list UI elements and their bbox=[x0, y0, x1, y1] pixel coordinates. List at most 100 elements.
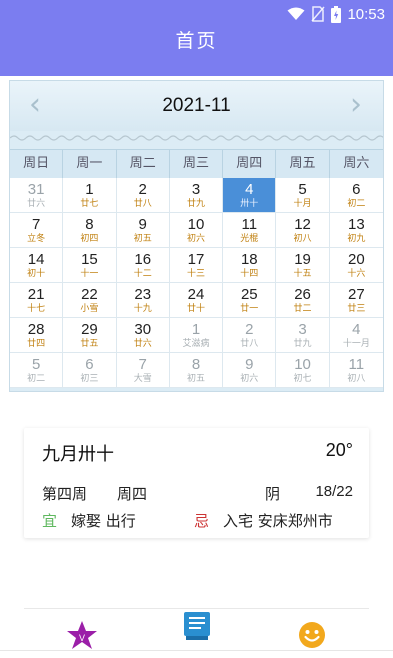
battery-icon bbox=[331, 5, 342, 23]
day-cell-selected[interactable]: 4 卅十 bbox=[223, 178, 277, 213]
bottom-divider bbox=[0, 650, 393, 651]
lunar-label: 初六 bbox=[186, 234, 205, 244]
day-cell[interactable]: 10 初六 bbox=[169, 213, 224, 248]
weekday-label: 周一 bbox=[63, 150, 117, 178]
day-number: 17 bbox=[187, 251, 205, 268]
day-cell[interactable]: 27 廿三 bbox=[329, 283, 383, 318]
day-cell[interactable]: 6 初二 bbox=[329, 178, 383, 213]
lunar-date: 九月卅十 bbox=[42, 444, 114, 465]
day-cell[interactable]: 16 十二 bbox=[116, 248, 170, 283]
day-cell[interactable]: 20 十六 bbox=[329, 248, 383, 283]
lunar-label: 十月 bbox=[293, 199, 312, 209]
lunar-label: 初五 bbox=[133, 234, 152, 244]
day-cell[interactable]: 6 初三 bbox=[63, 353, 117, 388]
day-cell[interactable]: 10 初七 bbox=[276, 353, 330, 388]
day-cell[interactable]: 9 初五 bbox=[116, 213, 170, 248]
day-number: 16 bbox=[134, 251, 152, 268]
day-info-card: 九月卅十 20° 第四周 周四 阴 18/22 宜 嫁娶 出行 忌 入宅 安床郑… bbox=[24, 428, 369, 538]
day-cell[interactable]: 3 廿九 bbox=[276, 318, 330, 353]
day-cell[interactable]: 7 立冬 bbox=[10, 213, 64, 248]
lunar-label: 卅十 bbox=[240, 199, 259, 209]
day-cell[interactable]: 8 初五 bbox=[169, 353, 224, 388]
day-number: 6 bbox=[85, 356, 94, 373]
calendar-header: ‹ 2021-11 › bbox=[10, 81, 383, 131]
lunar-label: 廿六 bbox=[27, 199, 46, 209]
day-number: 9 bbox=[245, 356, 254, 373]
yi-activities: 嫁娶 出行 bbox=[71, 512, 136, 530]
day-number: 21 bbox=[27, 286, 45, 303]
weekday-label: 周二 bbox=[117, 150, 170, 178]
day-cell[interactable]: 25 廿一 bbox=[223, 283, 277, 318]
lunar-label: 初九 bbox=[347, 234, 366, 244]
day-number: 4 bbox=[352, 321, 361, 338]
week-number: 第四周 bbox=[42, 485, 88, 503]
day-cell[interactable]: 24 廿十 bbox=[169, 283, 224, 318]
day-cell[interactable]: 2 廿八 bbox=[116, 178, 170, 213]
day-cell[interactable]: 11 初八 bbox=[329, 353, 383, 388]
day-number: 2 bbox=[245, 321, 254, 338]
day-number: 1 bbox=[85, 181, 94, 198]
day-number: 31 bbox=[27, 181, 45, 198]
day-cell[interactable]: 19 十五 bbox=[276, 248, 330, 283]
day-number: 12 bbox=[294, 216, 311, 233]
day-number: 29 bbox=[81, 321, 98, 338]
wifi-icon bbox=[287, 7, 305, 20]
day-number: 9 bbox=[138, 216, 147, 233]
day-number: 18 bbox=[240, 251, 258, 268]
yi-mark: 宜 bbox=[42, 512, 58, 530]
weekday-label: 周三 bbox=[170, 150, 224, 178]
no-sim-icon bbox=[311, 6, 326, 22]
day-cell[interactable]: 26 廿二 bbox=[276, 283, 330, 318]
day-cell[interactable]: 18 十四 bbox=[223, 248, 277, 283]
day-number: 11 bbox=[241, 216, 258, 233]
day-cell[interactable]: 3 廿九 bbox=[169, 178, 224, 213]
lunar-label: 初三 bbox=[80, 374, 99, 384]
day-number: 11 bbox=[348, 356, 365, 373]
svg-text:V: V bbox=[78, 633, 84, 643]
day-cell[interactable]: 21 十七 bbox=[10, 283, 64, 318]
lunar-label: 初五 bbox=[186, 374, 205, 384]
day-cell[interactable]: 12 初八 bbox=[276, 213, 330, 248]
day-number: 22 bbox=[81, 286, 98, 303]
lunar-label: 廿八 bbox=[133, 199, 152, 209]
day-cell[interactable]: 23 十九 bbox=[116, 283, 170, 318]
lunar-label: 廿六 bbox=[133, 339, 152, 349]
day-number: 28 bbox=[27, 321, 45, 338]
day-number: 10 bbox=[187, 216, 205, 233]
lunar-label: 小雪 bbox=[80, 304, 99, 314]
lunar-label: 廿四 bbox=[27, 339, 46, 349]
page-title: 首页 bbox=[175, 30, 218, 52]
day-cell[interactable]: 1 艾滋病 bbox=[169, 318, 224, 353]
day-cell[interactable]: 14 初十 bbox=[10, 248, 64, 283]
day-cell[interactable]: 5 初二 bbox=[10, 353, 64, 388]
day-cell[interactable]: 8 初四 bbox=[63, 213, 117, 248]
day-number: 15 bbox=[81, 251, 98, 268]
day-cell[interactable]: 2 廿八 bbox=[223, 318, 277, 353]
lunar-label: 廿八 bbox=[240, 339, 259, 349]
day-cell[interactable]: 5 十月 bbox=[276, 178, 330, 213]
day-cell[interactable]: 7 大雪 bbox=[116, 353, 170, 388]
day-number: 2 bbox=[138, 181, 147, 198]
day-cell[interactable]: 9 初六 bbox=[223, 353, 277, 388]
day-cell[interactable]: 28 廿四 bbox=[10, 318, 64, 353]
day-cell[interactable]: 22 小雪 bbox=[63, 283, 117, 318]
lunar-label: 立冬 bbox=[27, 234, 46, 244]
day-cell[interactable]: 4 十一月 bbox=[329, 318, 383, 353]
day-number: 30 bbox=[134, 321, 152, 338]
lunar-label: 廿五 bbox=[80, 339, 99, 349]
day-cell[interactable]: 15 十一 bbox=[63, 248, 117, 283]
lunar-label: 初四 bbox=[80, 234, 99, 244]
day-cell[interactable]: 30 廿六 bbox=[116, 318, 170, 353]
day-number: 3 bbox=[298, 321, 307, 338]
decorative-wave bbox=[10, 135, 383, 141]
day-cell[interactable]: 1 廿七 bbox=[63, 178, 117, 213]
day-cell[interactable]: 11 光棍 bbox=[223, 213, 277, 248]
chevron-right-icon[interactable]: › bbox=[341, 87, 371, 123]
day-cell[interactable]: 29 廿五 bbox=[63, 318, 117, 353]
lunar-label: 初八 bbox=[293, 234, 312, 244]
lunar-label: 光棍 bbox=[240, 234, 259, 244]
day-cell[interactable]: 13 初九 bbox=[329, 213, 383, 248]
lunar-label: 廿九 bbox=[293, 339, 312, 349]
day-cell[interactable]: 31 廿六 bbox=[10, 178, 64, 213]
day-cell[interactable]: 17 十三 bbox=[169, 248, 224, 283]
